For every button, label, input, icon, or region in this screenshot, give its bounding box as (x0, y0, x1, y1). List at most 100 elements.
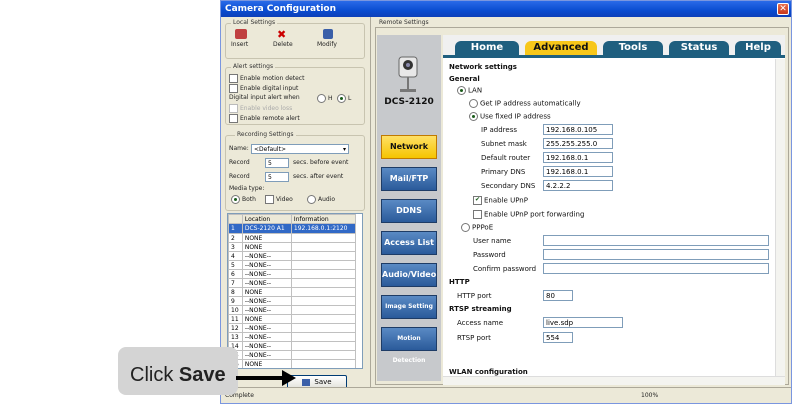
record-before-input[interactable]: 5 (265, 158, 289, 168)
remote-sidebar: DCS-2120 Network Mail/FTP DDNS Access List A… (377, 35, 441, 381)
subnet-mask-input[interactable]: 255.255.255.0 (543, 138, 613, 149)
table-cell: NONE (241, 242, 292, 252)
default-router-input[interactable]: 192.168.0.1 (543, 152, 613, 163)
access-name-input[interactable]: live.sdp (543, 317, 623, 328)
table-row[interactable]: 1 DCS-2120 A1 192.168.0.1:2120 (228, 223, 357, 234)
nav-motion-detection-button[interactable]: Motion Detection (381, 327, 437, 364)
horizontal-scrollbar[interactable] (443, 376, 785, 385)
table-cell: --NONE-- (241, 305, 292, 315)
modify-button[interactable]: Modify (317, 41, 337, 48)
primary-dns-input[interactable]: 192.168.0.1 (543, 166, 613, 177)
table-row[interactable]: 2 NONE (228, 233, 357, 243)
nav-ddns-button[interactable]: DDNS (381, 199, 437, 223)
table-cell: --NONE-- (241, 341, 292, 351)
recording-settings-label: Recording Settings (235, 131, 296, 138)
tab-underline (443, 55, 785, 58)
table-cell: NONE (241, 314, 292, 324)
rtsp-port-input[interactable]: 554 (543, 332, 573, 343)
table-cell: NONE (241, 359, 292, 368)
vertical-scrollbar[interactable] (775, 59, 785, 381)
modify-icon[interactable] (323, 29, 333, 39)
get-ip-auto-radio[interactable]: Get IP address automatically (469, 99, 581, 108)
table-row[interactable]: 3 NONE (228, 242, 357, 252)
upnp-port-forwarding-checkbox[interactable]: Enable UPnP port forwarding (473, 210, 584, 219)
tab-advanced[interactable]: Advanced (525, 41, 597, 55)
use-fixed-ip-radio[interactable]: Use fixed IP address (469, 112, 551, 121)
table-row[interactable]: 7 --NONE-- (228, 278, 357, 288)
insert-button[interactable]: Insert (231, 41, 248, 48)
tab-home[interactable]: Home (455, 41, 519, 55)
delete-button[interactable]: Delete (273, 41, 293, 48)
table-cell (290, 269, 357, 279)
password-label: Password (473, 251, 506, 259)
confirm-password-label: Confirm password (473, 265, 537, 273)
http-heading: HTTP (449, 278, 470, 286)
digital-input-low-radio[interactable]: L (337, 94, 351, 103)
tab-status[interactable]: Status (669, 41, 729, 55)
table-cell (290, 332, 357, 342)
table-row[interactable]: 8 NONE (228, 287, 357, 297)
subnet-mask-label: Subnet mask (481, 140, 527, 148)
video-loss-checkbox[interactable]: Enable video loss (229, 104, 292, 113)
table-row[interactable]: 15--NONE-- (228, 350, 357, 360)
table-cell: 10 (228, 305, 243, 315)
record-after-unit: secs. after event (293, 173, 344, 180)
table-row[interactable]: 13 --NONE-- (228, 332, 357, 342)
table-row[interactable]: 14 --NONE-- (228, 341, 357, 351)
lan-radio[interactable]: LAN (457, 86, 482, 95)
table-row[interactable]: 12 --NONE-- (228, 323, 357, 333)
secondary-dns-input[interactable]: 4.2.2.2 (543, 180, 613, 191)
rtsp-port-label: RTSP port (457, 334, 491, 342)
camera-list[interactable]: Location Information 1 DCS-2120 A1 192.168… (227, 213, 363, 369)
table-row[interactable]: 4 --NONE-- (228, 251, 357, 261)
insert-icon[interactable] (235, 29, 247, 39)
table-row[interactable]: 11 NONE (228, 314, 357, 324)
table-cell (290, 233, 357, 243)
nav-image-setting-button[interactable]: Image Setting (381, 295, 437, 319)
local-settings-label: Local Settings (231, 19, 278, 26)
zoom-level: 100% (641, 392, 659, 399)
close-button[interactable]: ✕ (777, 3, 789, 15)
media-audio-radio[interactable]: Audio (307, 195, 335, 204)
delete-icon[interactable]: ✖ (277, 28, 286, 41)
table-cell: 13 (228, 332, 243, 342)
table-cell (290, 260, 357, 270)
pppoe-radio[interactable]: PPPoE (461, 223, 493, 232)
digital-input-when-label: Digital input alert when (229, 94, 300, 101)
tab-help[interactable]: Help (735, 41, 781, 55)
http-port-input[interactable]: 80 (543, 290, 573, 301)
table-cell: --NONE-- (241, 278, 292, 288)
table-row[interactable]: 6 --NONE-- (228, 269, 357, 279)
access-name-label: Access name (457, 319, 504, 327)
table-cell (290, 287, 357, 297)
table-row[interactable]: 10 --NONE-- (228, 305, 357, 315)
user-name-input[interactable] (543, 235, 769, 246)
nav-network-button[interactable]: Network (381, 135, 437, 159)
table-cell (290, 296, 357, 306)
table-row[interactable]: 5 --NONE-- (228, 260, 357, 270)
motion-detect-checkbox[interactable]: Enable motion detect (229, 74, 304, 83)
tab-tools[interactable]: Tools (603, 41, 663, 55)
digital-input-high-radio[interactable]: H (317, 94, 333, 103)
confirm-password-input[interactable] (543, 263, 769, 274)
table-cell: --NONE-- (241, 260, 292, 270)
table-cell: 11 (228, 314, 243, 324)
ip-address-input[interactable]: 192.168.0.105 (543, 124, 613, 135)
record-after-input[interactable]: 5 (265, 172, 289, 182)
nav-audio-video-button[interactable]: Audio/Video (381, 263, 437, 287)
nav-mail-ftp-button[interactable]: Mail/FTP (381, 167, 437, 191)
table-cell (290, 251, 357, 261)
remote-alert-checkbox[interactable]: Enable remote alert (229, 114, 300, 123)
media-video-checkbox[interactable]: Video (265, 195, 293, 204)
password-input[interactable] (543, 249, 769, 260)
table-row[interactable]: 16NONE (228, 359, 357, 368)
table-row[interactable]: 9 --NONE-- (228, 296, 357, 306)
name-select[interactable]: <Default> ▾ (251, 144, 349, 154)
nav-access-list-button[interactable]: Access List (381, 231, 437, 255)
table-cell: --NONE-- (241, 296, 292, 306)
enable-upnp-checkbox[interactable]: ✔ Enable UPnP (473, 196, 528, 205)
digital-input-checkbox[interactable]: Enable digital input (229, 84, 298, 93)
table-cell (290, 359, 357, 368)
media-both-radio[interactable]: Both (231, 195, 256, 204)
table-cell: 192.168.0.1:2120 (290, 223, 357, 234)
